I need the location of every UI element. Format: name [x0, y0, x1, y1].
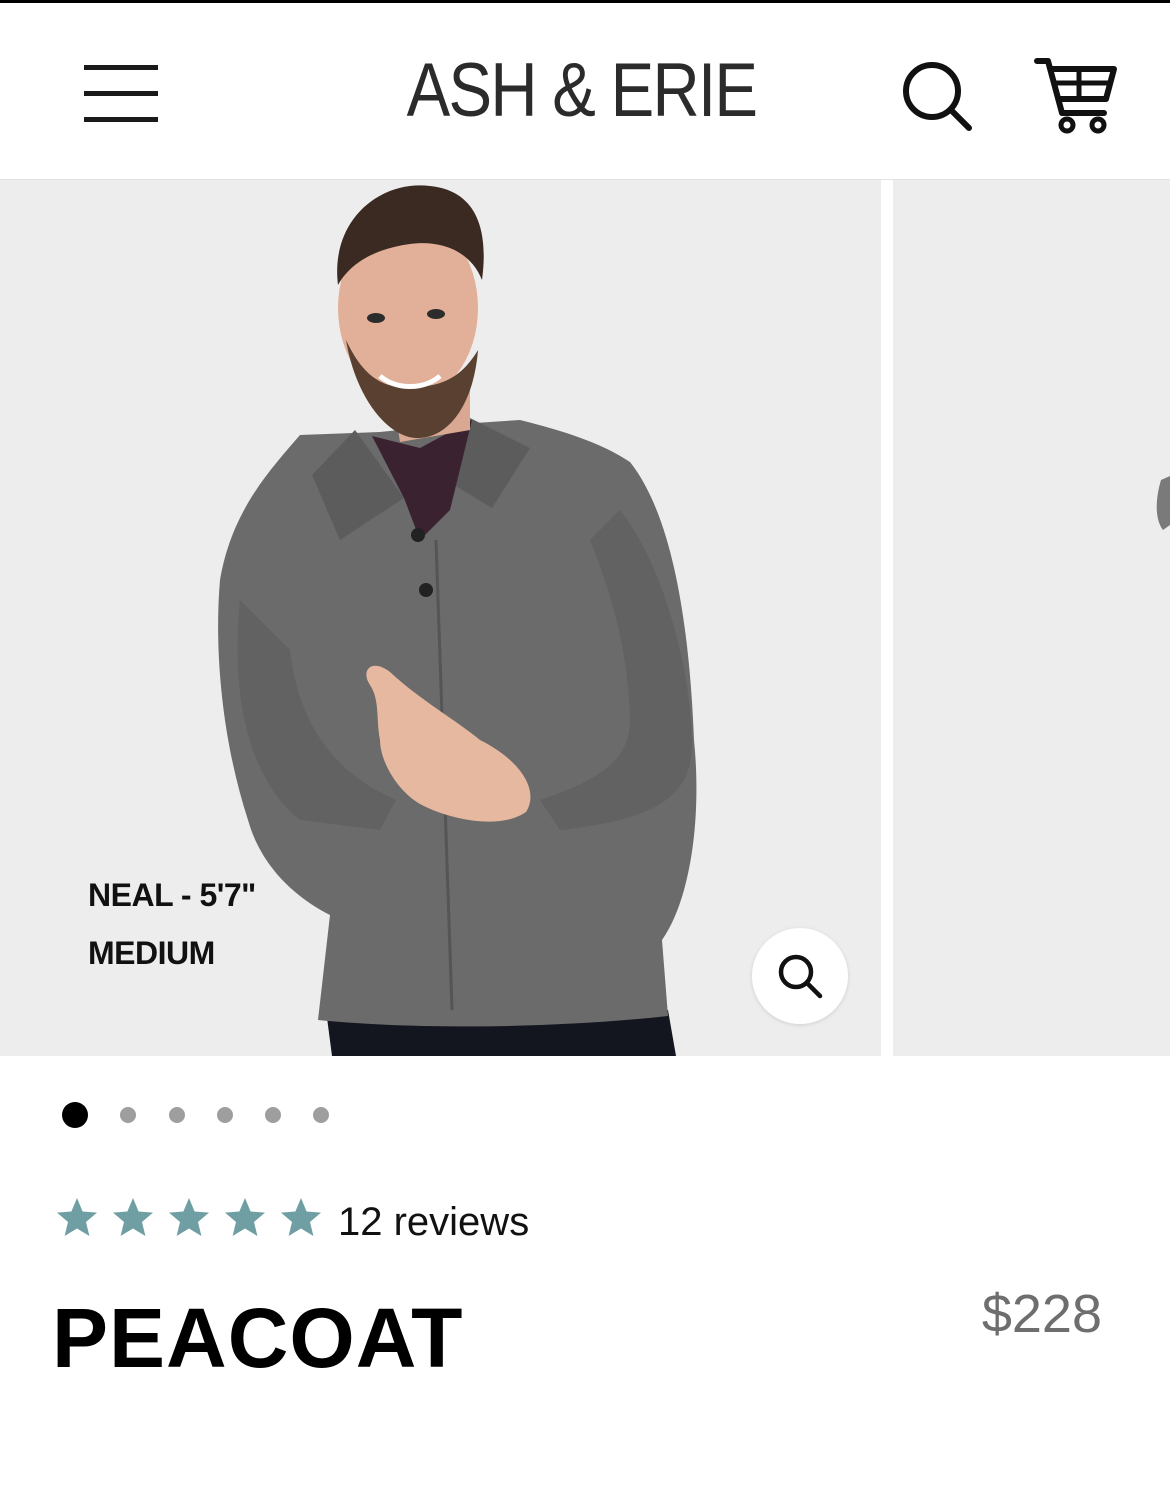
- star-icon: [225, 1198, 265, 1236]
- zoom-button[interactable]: [752, 928, 848, 1024]
- model-name-height: NEAL - 5'7": [88, 877, 256, 913]
- star-icon: [113, 1198, 153, 1236]
- product-image-main[interactable]: NEAL - 5'7" MEDIUM: [0, 180, 881, 1056]
- site-header: ASH & ERIE: [0, 3, 1170, 180]
- product-price: $228: [981, 1284, 1102, 1344]
- star-icon: [281, 1198, 321, 1236]
- brand-logo[interactable]: ASH & ERIE: [407, 51, 758, 131]
- magnify-icon: [778, 954, 823, 999]
- search-icon[interactable]: [902, 61, 972, 131]
- carousel-dot[interactable]: [313, 1107, 329, 1123]
- model-size-caption: NEAL - 5'7" MEDIUM: [88, 866, 256, 982]
- product-image-next[interactable]: [893, 180, 1170, 1056]
- product-title: PEACOAT: [52, 1291, 464, 1385]
- carousel-gap: [881, 180, 893, 1056]
- hamburger-menu-icon[interactable]: [84, 65, 158, 123]
- carousel-dot[interactable]: [217, 1107, 233, 1123]
- carousel-dot[interactable]: [265, 1107, 281, 1123]
- model-size: MEDIUM: [88, 935, 215, 971]
- star-icon: [169, 1198, 209, 1236]
- carousel-dot[interactable]: [169, 1107, 185, 1123]
- star-icon: [57, 1198, 97, 1236]
- carousel-dot[interactable]: [120, 1107, 136, 1123]
- shopping-cart-icon[interactable]: [1034, 55, 1118, 135]
- carousel-dot[interactable]: [62, 1102, 88, 1128]
- rating-stars: [57, 1198, 321, 1236]
- review-count-link[interactable]: 12 reviews: [338, 1198, 529, 1246]
- product-image-carousel[interactable]: NEAL - 5'7" MEDIUM: [0, 180, 1170, 1056]
